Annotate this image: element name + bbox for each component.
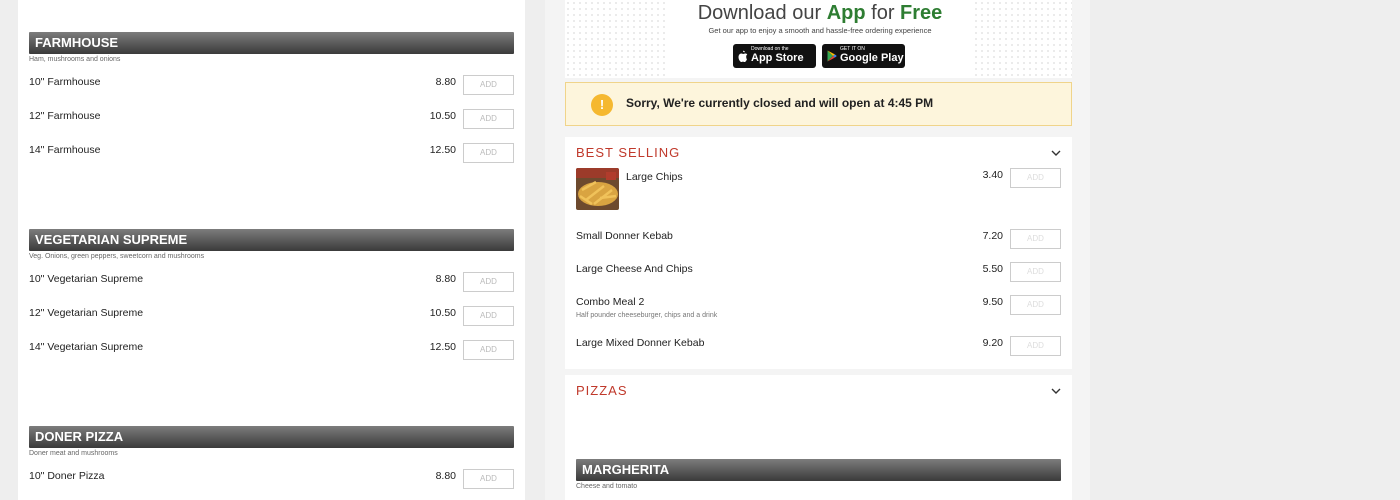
menu-item-row: 10" Doner Pizza 8.80 ADD [29, 469, 514, 489]
menu-item-name: 12" Vegetarian Supreme [29, 307, 144, 319]
menu-item-row: 10" Vegetarian Supreme 8.80 ADD [29, 272, 514, 292]
add-button[interactable]: ADD [1010, 336, 1061, 356]
menu-item-price: 9.50 [982, 296, 1003, 308]
menu-item-name: 10" Vegetarian Supreme [29, 273, 144, 285]
menu-item-row: 14" Vegetarian Supreme 12.50 ADD [29, 340, 514, 360]
large-chips-image [576, 168, 619, 210]
menu-right-panel: Download our App for Free Get our app to… [545, 0, 1090, 500]
add-button[interactable]: ADD [463, 306, 514, 326]
menu-item-name: 14" Vegetarian Supreme [29, 341, 144, 353]
menu-item-price: 12.50 [429, 341, 456, 353]
category-header-margherita: MARGHERITA [576, 459, 1061, 481]
category-header-doner-pizza: DONER PIZZA [29, 426, 514, 448]
menu-item-name: Combo Meal 2 [576, 296, 645, 308]
app-title-app: App [826, 2, 866, 24]
category-header-farmhouse: FARMHOUSE [29, 32, 514, 54]
menu-item-price: 8.80 [435, 470, 456, 482]
menu-item-price: 5.50 [982, 263, 1003, 275]
google-play-big-text: Google Play [840, 52, 904, 64]
best-selling-section: BEST SELLING Large Chips 3.40 ADD Small … [565, 137, 1072, 369]
app-title-text: Download our [697, 2, 827, 24]
app-download-banner: Download our App for Free Get our app to… [565, 0, 1072, 78]
menu-item-name: 10" Farmhouse [29, 76, 101, 88]
category-header-vegetarian-supreme: VEGETARIAN SUPREME [29, 229, 514, 251]
app-download-title: Download our App for Free [665, 2, 975, 25]
google-play-button[interactable]: GET IT ON Google Play [822, 44, 905, 68]
add-button[interactable]: ADD [463, 272, 514, 292]
chevron-down-icon[interactable] [1051, 149, 1061, 157]
category-description: Ham, mushrooms and onions [29, 56, 121, 63]
add-button[interactable]: ADD [1010, 262, 1061, 282]
add-button[interactable]: ADD [1010, 229, 1061, 249]
menu-item-name: Large Cheese And Chips [576, 263, 693, 275]
warning-icon: ! [591, 94, 613, 116]
category-description: Veg. Onions, green peppers, sweetcorn an… [29, 253, 205, 260]
menu-item-name: 12" Farmhouse [29, 110, 101, 122]
app-store-big-text: App Store [751, 52, 804, 64]
closed-notice: ! Sorry, We're currently closed and will… [565, 82, 1072, 126]
section-title-best-selling[interactable]: BEST SELLING [576, 145, 680, 160]
menu-item-price: 10.50 [429, 110, 456, 122]
app-store-button[interactable]: Download on the App Store [733, 44, 816, 68]
menu-item-row: 12" Vegetarian Supreme 10.50 ADD [29, 306, 514, 326]
app-title-for: for [865, 2, 901, 24]
menu-item-name: Small Donner Kebab [576, 230, 673, 242]
menu-item-price: 9.20 [982, 337, 1003, 349]
menu-item-price: 10.50 [429, 307, 456, 319]
add-button[interactable]: ADD [1010, 168, 1061, 188]
menu-item-price: 7.20 [982, 230, 1003, 242]
menu-item-price: 12.50 [429, 144, 456, 156]
menu-item-price: 8.80 [435, 76, 456, 88]
menu-item-price: 3.40 [982, 169, 1003, 181]
menu-item-row: Large Chips 3.40 ADD [576, 168, 1061, 212]
category-description: Doner meat and mushrooms [29, 450, 118, 457]
menu-item-row: 14" Farmhouse 12.50 ADD [29, 143, 514, 163]
app-download-subtitle: Get our app to enjoy a smooth and hassle… [708, 26, 932, 35]
section-title-pizzas[interactable]: PIZZAS [576, 383, 628, 398]
menu-item-row: Large Cheese And Chips 5.50 ADD [576, 262, 1061, 282]
menu-item-name: Large Mixed Donner Kebab [576, 337, 705, 349]
add-button[interactable]: ADD [1010, 295, 1061, 315]
menu-item-row: 12" Farmhouse 10.50 ADD [29, 109, 514, 129]
menu-item-price: 8.80 [435, 273, 456, 285]
add-button[interactable]: ADD [463, 75, 514, 95]
add-button[interactable]: ADD [463, 109, 514, 129]
menu-item-name: 10" Doner Pizza [29, 470, 105, 482]
menu-item-name: Large Chips [626, 171, 683, 183]
add-button[interactable]: ADD [463, 143, 514, 163]
chevron-down-icon[interactable] [1051, 387, 1061, 395]
menu-item-row: 10" Farmhouse 8.80 ADD [29, 75, 514, 95]
apple-icon [738, 50, 748, 62]
category-description: Cheese and tomato [576, 483, 638, 490]
app-download-content: Download our App for Free Get our app to… [665, 0, 975, 78]
menu-item-row: Large Mixed Donner Kebab 9.20 ADD [576, 336, 1061, 356]
closed-notice-text: Sorry, We're currently closed and will o… [626, 96, 934, 110]
add-button[interactable]: ADD [463, 469, 514, 489]
app-title-free: Free [900, 2, 943, 24]
menu-item-description: Half pounder cheeseburger, chips and a d… [576, 312, 718, 319]
menu-left-panel: FARMHOUSE Ham, mushrooms and onions 10" … [18, 0, 525, 500]
add-button[interactable]: ADD [463, 340, 514, 360]
menu-item-name: 14" Farmhouse [29, 144, 101, 156]
menu-item-row: Small Donner Kebab 7.20 ADD [576, 229, 1061, 249]
google-play-icon [827, 50, 837, 62]
pizzas-section: PIZZAS MARGHERITA Cheese and tomato [565, 375, 1072, 500]
menu-item-row: Combo Meal 2 Half pounder cheeseburger, … [576, 295, 1061, 319]
